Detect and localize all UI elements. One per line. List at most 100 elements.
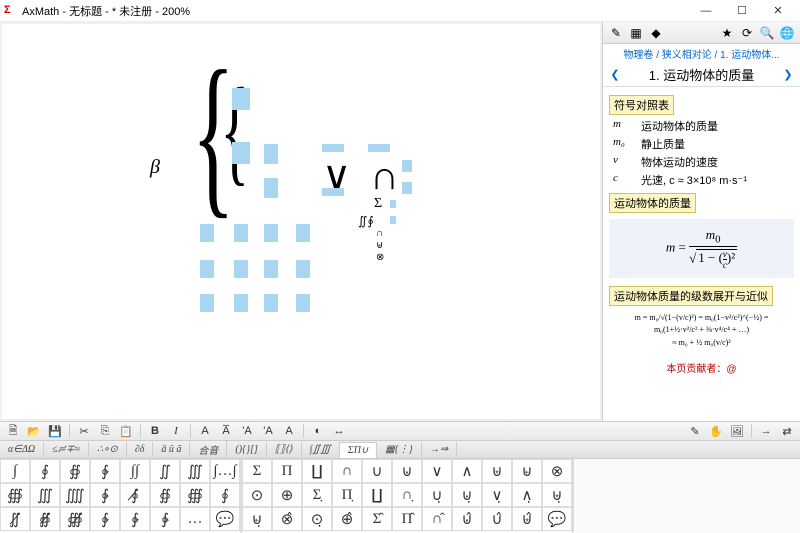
nav-prev-icon[interactable]: ❮	[607, 68, 623, 81]
formula-main[interactable]: m = m0 √1 − (vc)²	[609, 219, 794, 278]
copy-icon[interactable]: ⎘	[96, 423, 114, 439]
nav-next-icon[interactable]: ❯	[780, 68, 796, 81]
format-a1[interactable]: A	[196, 423, 214, 439]
breadcrumb[interactable]: 物理卷 / 狭义相对论 / 1. 运动物体...	[603, 44, 800, 63]
palette-cell[interactable]: ⊎̣	[542, 483, 572, 507]
palette-cell[interactable]: ∫…∫	[210, 459, 240, 483]
minimize-button[interactable]: —	[688, 1, 724, 21]
palette-cell[interactable]: ∪	[362, 459, 392, 483]
paste-icon[interactable]: 📋	[117, 423, 135, 439]
placeholder[interactable]	[322, 144, 344, 152]
palette-cell[interactable]: ∰̸	[60, 507, 90, 531]
editor-canvas[interactable]: { { β ∨ ∩ Σ ∬∮ ∩ ⊎ ⊗	[2, 24, 600, 419]
image-icon[interactable]: 🖼	[728, 423, 746, 439]
palette-cell[interactable]: ∯	[150, 483, 180, 507]
search-icon[interactable]: 🔍	[758, 24, 776, 42]
palette-cell[interactable]: ⊎̂	[512, 507, 542, 531]
tab-delimiters[interactable]: ⟦⟧⟨⟩	[267, 442, 302, 457]
palette-cell[interactable]: ∯	[60, 459, 90, 483]
palette-cell[interactable]: ⊗	[542, 459, 572, 483]
palette-cell[interactable]: ⊗̂	[272, 507, 302, 531]
palette-cell[interactable]: ⊌	[512, 459, 542, 483]
placeholder[interactable]	[390, 216, 396, 224]
tab-relations[interactable]: ≤≓∓≈	[44, 442, 89, 457]
palette-cell[interactable]: ∰	[180, 483, 210, 507]
format-a5[interactable]: A	[280, 423, 298, 439]
palette-cell[interactable]: ∩̂	[422, 507, 452, 531]
palette-cell[interactable]: ∲	[90, 459, 120, 483]
tab-matrix[interactable]: ▦{⋮}	[377, 442, 421, 457]
arrows-icon[interactable]: ⇄	[778, 423, 796, 439]
star-icon[interactable]: ★	[718, 24, 736, 42]
tab-accents[interactable]: ā ü ã	[153, 442, 190, 457]
bold-button[interactable]: B	[146, 423, 164, 439]
placeholder[interactable]	[232, 88, 250, 110]
palette-cell[interactable]: ∭	[30, 483, 60, 507]
placeholder[interactable]	[200, 294, 214, 312]
tab-arrows[interactable]: →⇒	[422, 442, 457, 457]
placeholder[interactable]	[234, 294, 248, 312]
placeholder[interactable]	[232, 142, 250, 164]
hand-icon[interactable]: ✋	[707, 423, 725, 439]
palette-cell[interactable]: Π	[272, 459, 302, 483]
palette-cell[interactable]: ∫∫	[120, 459, 150, 483]
palette-cell[interactable]: ∩	[332, 459, 362, 483]
placeholder[interactable]	[322, 188, 344, 196]
cut-icon[interactable]: ✂	[75, 423, 93, 439]
swap-icon[interactable]: ↔	[330, 423, 348, 439]
placeholder[interactable]	[264, 294, 278, 312]
placeholder[interactable]	[200, 260, 214, 278]
placeholder[interactable]	[264, 178, 278, 198]
tab-brackets[interactable]: (){}[]	[227, 442, 266, 457]
palette-cell[interactable]: ∩̣	[392, 483, 422, 507]
tab-operators[interactable]: ∴∘⊙	[89, 442, 127, 457]
palette-cell[interactable]: Π̣	[332, 483, 362, 507]
palette-cell[interactable]: ∭	[180, 459, 210, 483]
pencil-icon[interactable]: ✎	[607, 24, 625, 42]
placeholder[interactable]	[234, 224, 248, 242]
placeholder[interactable]	[234, 260, 248, 278]
palette-cell[interactable]: ⊕̂	[332, 507, 362, 531]
placeholder[interactable]	[390, 200, 396, 208]
arrow-icon[interactable]: →	[757, 423, 775, 439]
format-a2[interactable]: A̅	[217, 423, 235, 439]
palette-cell[interactable]: ∮	[210, 483, 240, 507]
palette-cell[interactable]: …	[180, 507, 210, 531]
palette-cell[interactable]: ∨	[422, 459, 452, 483]
placeholder[interactable]	[368, 144, 390, 152]
placeholder[interactable]	[402, 160, 412, 172]
palette-cell[interactable]: 💬	[542, 507, 572, 531]
open-icon[interactable]: 📂	[25, 423, 43, 439]
palette-cell[interactable]: ∨̣	[482, 483, 512, 507]
tab-greek[interactable]: α∈ΔΩ	[0, 442, 44, 457]
palette-cell[interactable]: ⊙	[242, 483, 272, 507]
format-a3[interactable]: 'A	[238, 423, 256, 439]
palette-cell[interactable]: 💬	[210, 507, 240, 531]
tab-integrals[interactable]: ∫∬∭	[302, 442, 340, 457]
edit-icon[interactable]: ✎	[686, 423, 704, 439]
palette-cell[interactable]: ∫	[0, 459, 30, 483]
palette-cell[interactable]: ∬̸	[0, 507, 30, 531]
maximize-button[interactable]: ☐	[724, 1, 760, 21]
close-button[interactable]: ✕	[760, 1, 796, 21]
group-icon[interactable]: ◐	[309, 423, 327, 439]
format-a4[interactable]: 'A	[259, 423, 277, 439]
palette-cell[interactable]: ∯̸	[30, 507, 60, 531]
tab-bigops[interactable]: ΣΠ∪	[340, 442, 377, 458]
palette-cell[interactable]: ∪̂	[482, 507, 512, 531]
save-icon[interactable]: 💾	[46, 423, 64, 439]
palette-cell[interactable]: ∮	[30, 459, 60, 483]
refresh-icon[interactable]: ⟳	[738, 24, 756, 42]
palette-cell[interactable]: ∐̣	[362, 483, 392, 507]
palette-cell[interactable]: ⨌	[60, 483, 90, 507]
palette-cell[interactable]: ∧	[452, 459, 482, 483]
diamond-icon[interactable]: ◆	[647, 24, 665, 42]
palette-cell[interactable]: ∰	[0, 483, 30, 507]
italic-button[interactable]: I	[167, 423, 185, 439]
placeholder[interactable]	[402, 182, 412, 194]
palette-cell[interactable]: ∪̣	[422, 483, 452, 507]
placeholder[interactable]	[200, 224, 214, 242]
palette-cell[interactable]: Σ̣	[302, 483, 332, 507]
palette-cell[interactable]: ⊍	[392, 459, 422, 483]
palette-cell[interactable]: Π̂	[392, 507, 422, 531]
